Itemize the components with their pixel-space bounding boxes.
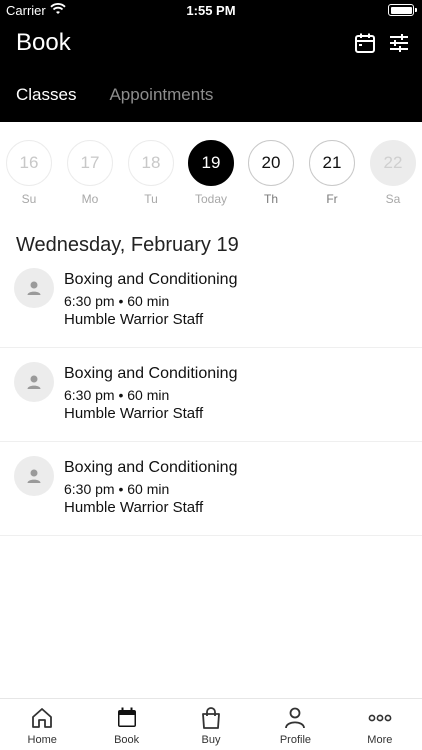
- booking-tabs: Classes Appointments: [0, 85, 422, 109]
- filter-icon[interactable]: [388, 32, 410, 54]
- day-sunday[interactable]: 16 Su: [5, 140, 53, 206]
- class-time: 6:30 pm • 60 min: [64, 293, 170, 309]
- class-staff: Humble Warrior Staff: [64, 405, 204, 422]
- nav-more[interactable]: More: [338, 699, 422, 750]
- day-label: Mo: [81, 192, 99, 206]
- list-item[interactable]: Boxing and Conditioning 6:30 pm • 60 min…: [0, 254, 422, 348]
- day-label: Th: [263, 192, 278, 206]
- class-staff: Humble Warrior Staff: [64, 311, 204, 328]
- class-list: Boxing and Conditioning 6:30 pm • 60 min…: [0, 254, 422, 536]
- battery-icon: [388, 4, 417, 16]
- tab-appointments[interactable]: Appointments: [76, 85, 213, 109]
- status-time: 1:55 PM: [186, 3, 236, 18]
- day-thursday[interactable]: 20 Th: [247, 140, 295, 206]
- nav-label: Profile: [279, 734, 312, 746]
- day-number: 22: [370, 140, 416, 186]
- avatar: [14, 362, 54, 402]
- day-tuesday[interactable]: 18 Tu: [127, 140, 175, 206]
- class-name: Boxing and Conditioning: [64, 365, 238, 382]
- nav-label: More: [367, 734, 393, 746]
- bottom-tab-bar: Home Book Buy Profile More: [0, 698, 422, 750]
- person-icon: [27, 375, 41, 389]
- avatar: [14, 456, 54, 496]
- day-label: Sa: [385, 192, 401, 206]
- day-label: Tu: [144, 192, 158, 206]
- day-friday[interactable]: 21 Fr: [308, 140, 356, 206]
- nav-label: Buy: [201, 734, 221, 746]
- class-time: 6:30 pm • 60 min: [64, 481, 170, 497]
- day-number: 20: [248, 140, 294, 186]
- day-label: Today: [194, 192, 228, 206]
- person-icon: [285, 707, 306, 729]
- home-icon: [32, 708, 53, 728]
- class-staff: Humble Warrior Staff: [64, 499, 204, 516]
- app-header: Carrier 1:55 PM Book Classes Appointment…: [0, 0, 422, 122]
- nav-home[interactable]: Home: [0, 699, 84, 750]
- class-time: 6:30 pm • 60 min: [64, 387, 170, 403]
- nav-label: Book: [114, 734, 140, 746]
- list-item[interactable]: Boxing and Conditioning 6:30 pm • 60 min…: [0, 442, 422, 536]
- more-icon: [368, 714, 392, 722]
- day-saturday: 22 Sa: [369, 140, 417, 206]
- day-label: Su: [21, 192, 37, 206]
- shopping-bag-icon: [202, 707, 220, 729]
- week-date-picker: 16 Su 17 Mo 18 Tu 19 Today 20 Th 21 Fr 2…: [0, 140, 422, 210]
- class-name: Boxing and Conditioning: [64, 459, 238, 476]
- list-item[interactable]: Boxing and Conditioning 6:30 pm • 60 min…: [0, 348, 422, 442]
- day-number: 17: [67, 140, 113, 186]
- status-bar: Carrier 1:55 PM: [0, 0, 422, 20]
- day-number: 21: [309, 140, 355, 186]
- day-number: 18: [128, 140, 174, 186]
- tab-classes[interactable]: Classes: [0, 85, 76, 109]
- nav-profile[interactable]: Profile: [253, 699, 337, 750]
- day-number: 19: [188, 140, 234, 186]
- nav-buy[interactable]: Buy: [169, 699, 253, 750]
- class-name: Boxing and Conditioning: [64, 271, 238, 288]
- calendar-icon[interactable]: [354, 32, 376, 54]
- nav-book[interactable]: Book: [84, 699, 168, 750]
- avatar: [14, 268, 54, 308]
- person-icon: [27, 281, 41, 295]
- day-monday[interactable]: 17 Mo: [66, 140, 114, 206]
- page-title: Book: [16, 29, 71, 56]
- day-label: Fr: [326, 192, 338, 206]
- day-today[interactable]: 19 Today: [187, 140, 235, 206]
- person-icon: [27, 469, 41, 483]
- calendar-icon: [117, 707, 136, 727]
- day-number: 16: [6, 140, 52, 186]
- nav-label: Home: [27, 734, 57, 746]
